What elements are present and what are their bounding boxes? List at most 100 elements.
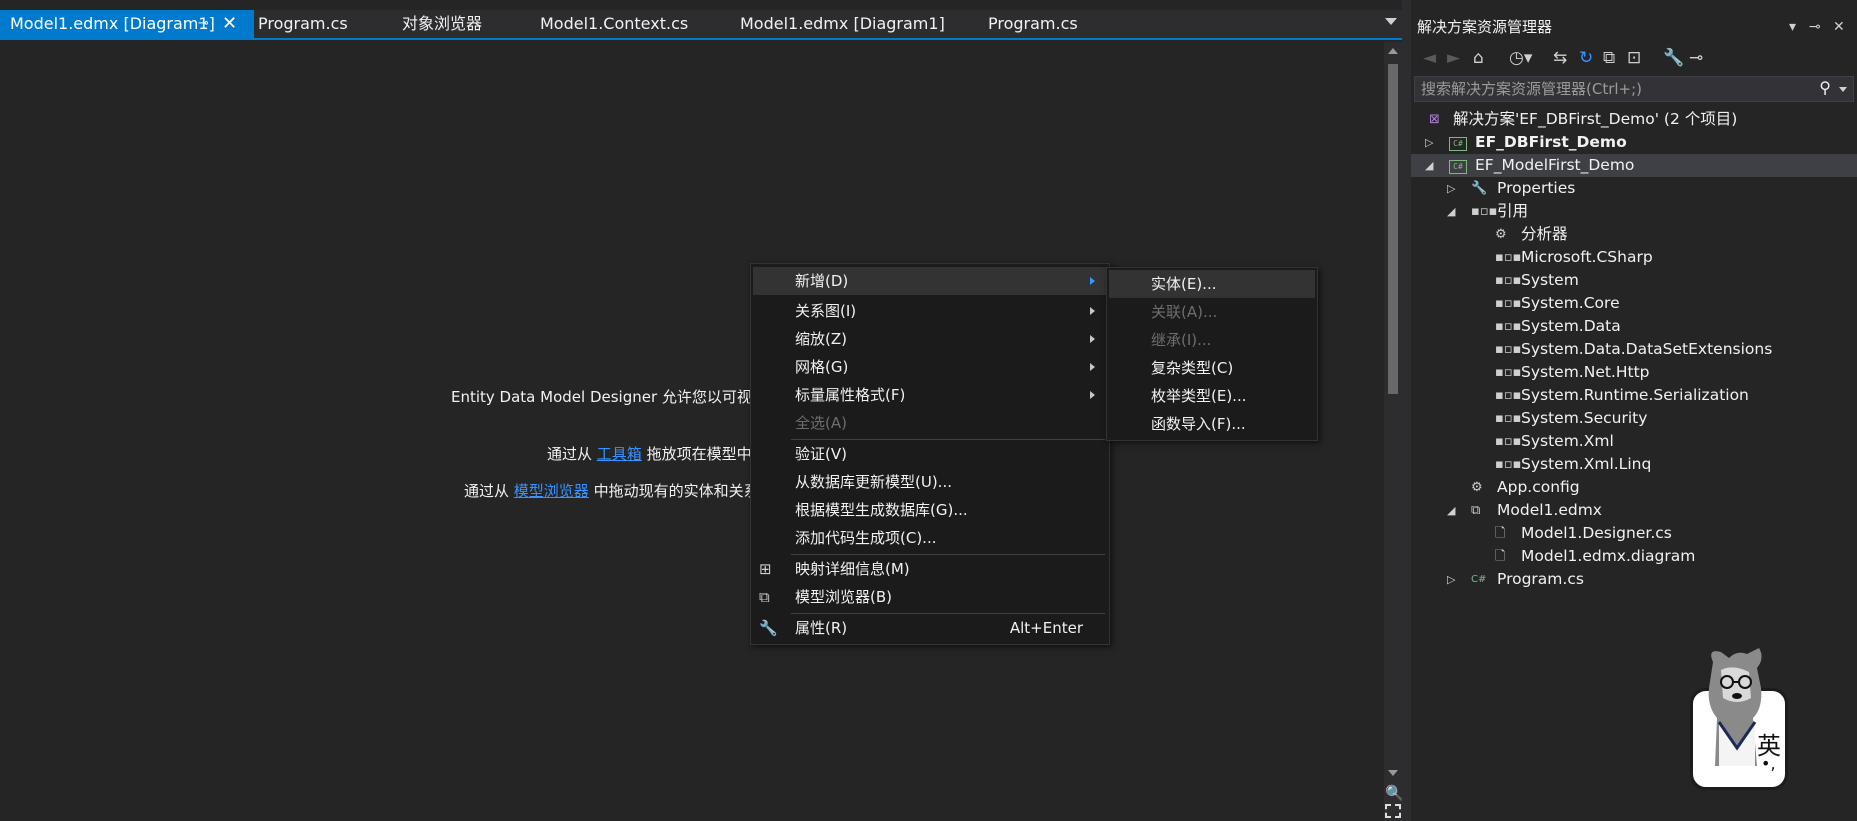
tab-label: Model1.edmx [Diagram1] xyxy=(10,14,215,33)
edmx-file-icon: ⧉ xyxy=(1471,503,1481,518)
close-icon[interactable]: ✕ xyxy=(222,10,237,38)
pin-icon[interactable]: ⊸ xyxy=(1809,14,1821,40)
show-all-files-icon[interactable]: ⊡ xyxy=(1627,48,1641,68)
expander-collapsed-icon[interactable]: ▷ xyxy=(1447,568,1455,591)
scroll-down-icon[interactable] xyxy=(1388,770,1398,776)
reference-icon: ▪▫▪ xyxy=(1495,273,1522,288)
menu-item-scalar-property-format[interactable]: 标量属性格式(F) xyxy=(751,381,1109,409)
preview-icon[interactable]: ⊸ xyxy=(1689,48,1703,68)
tab-label: 对象浏览器 xyxy=(402,14,483,33)
tree-item-program-cs[interactable]: ▷ C# Program.cs xyxy=(1411,568,1857,591)
properties-wrench-icon[interactable]: 🔧 xyxy=(1663,48,1684,68)
menu-shortcut: Alt+Enter xyxy=(1009,619,1083,637)
solution-icon: ⊠ xyxy=(1429,112,1440,127)
chevron-down-icon[interactable] xyxy=(1385,18,1397,25)
pin-icon[interactable]: ⊸ xyxy=(198,10,209,38)
menu-item-zoom[interactable]: 缩放(Z) xyxy=(751,325,1109,353)
tab-program-cs[interactable]: Program.cs xyxy=(258,10,348,38)
tree-item-reference[interactable]: ▪▫▪ Microsoft.CSharp xyxy=(1411,246,1857,269)
menu-item-select-all[interactable]: 全选(A) xyxy=(751,409,1109,437)
tree-item-app-config[interactable]: ⚙ App.config xyxy=(1411,476,1857,499)
submenu-item-enum-type[interactable]: 枚举类型(E)... xyxy=(1107,382,1317,410)
zoom-icon[interactable]: 🔍 xyxy=(1385,784,1404,802)
menu-item-grid[interactable]: 网格(G) xyxy=(751,353,1109,381)
expander-expanded-icon[interactable]: ◢ xyxy=(1425,154,1433,177)
menu-item-diagram[interactable]: 关系图(I) xyxy=(751,297,1109,325)
tab-program-cs-2[interactable]: Program.cs xyxy=(988,10,1078,38)
expander-expanded-icon[interactable]: ◢ xyxy=(1447,499,1455,522)
tree-item-project-modelfirst[interactable]: ◢ C# EF_ModelFirst_Demo xyxy=(1411,154,1857,177)
tab-model1-edmx-diagram1-2[interactable]: Model1.edmx [Diagram1] xyxy=(740,10,945,38)
submenu-item-complex-type[interactable]: 复杂类型(C) xyxy=(1107,354,1317,382)
search-input[interactable] xyxy=(1415,77,1805,101)
model-browser-link[interactable]: 模型浏览器 xyxy=(514,482,589,500)
toolbox-link[interactable]: 工具箱 xyxy=(597,445,642,463)
zoom-to-fit-icon[interactable] xyxy=(1385,804,1401,818)
history-icon[interactable]: ◷▾ xyxy=(1509,48,1532,68)
tab-model1-context-cs[interactable]: Model1.Context.cs xyxy=(540,10,688,38)
tree-item-reference[interactable]: ▪▫▪ System.Core xyxy=(1411,292,1857,315)
tab-model1-edmx-diagram1[interactable]: Model1.edmx [Diagram1] ⊸ ✕ xyxy=(0,10,254,38)
tree-item-reference[interactable]: ▪▫▪ System xyxy=(1411,269,1857,292)
menu-item-validate[interactable]: 验证(V) xyxy=(751,440,1109,468)
analyzer-icon: ⚙ xyxy=(1495,227,1507,242)
menu-item-generate-database-from-model[interactable]: 根据模型生成数据库(G)... xyxy=(751,496,1109,524)
reference-icon: ▪▫▪ xyxy=(1495,434,1522,449)
submenu-item-entity[interactable]: 实体(E)... xyxy=(1109,270,1315,298)
tree-item-model1-edmx-diagram[interactable]: 🗋 Model1.edmx.diagram xyxy=(1411,545,1857,568)
reference-icon: ▪▫▪ xyxy=(1495,342,1522,357)
refresh-icon[interactable]: ↻ xyxy=(1579,48,1593,68)
reference-icon: ▪▫▪ xyxy=(1495,296,1522,311)
tree-item-reference[interactable]: ▪▫▪ System.Xml.Linq xyxy=(1411,453,1857,476)
tree-item-model1-designer-cs[interactable]: 🗋 Model1.Designer.cs xyxy=(1411,522,1857,545)
tree-item-reference[interactable]: ▪▫▪ System.Data.DataSetExtensions xyxy=(1411,338,1857,361)
tree-item-analyzers[interactable]: ⚙ 分析器 xyxy=(1411,223,1857,246)
forward-icon[interactable]: ► xyxy=(1447,48,1460,68)
scroll-thumb[interactable] xyxy=(1388,64,1398,394)
expander-expanded-icon[interactable]: ◢ xyxy=(1447,200,1455,223)
menu-item-mapping-details[interactable]: ⊞ 映射详细信息(M) xyxy=(751,555,1109,583)
menu-item-model-browser[interactable]: ⧉ 模型浏览器(B) xyxy=(751,583,1109,611)
submenu-arrow-icon xyxy=(1090,335,1095,343)
expander-collapsed-icon[interactable]: ▷ xyxy=(1447,177,1455,200)
window-position-dropdown-icon[interactable]: ▾ xyxy=(1789,14,1796,40)
tree-item-references[interactable]: ◢ ▪▫▪ 引用 xyxy=(1411,200,1857,223)
menu-item-add-new[interactable]: 新增(D) xyxy=(753,267,1109,295)
panel-splitter[interactable] xyxy=(1402,0,1411,821)
tree-item-properties[interactable]: ▷ 🔧 Properties xyxy=(1411,177,1857,200)
wrench-icon: 🔧 xyxy=(759,619,778,637)
config-file-icon: ⚙ xyxy=(1471,480,1483,495)
ime-status-badge[interactable]: 英 •, xyxy=(1689,648,1791,791)
menu-item-properties[interactable]: 🔧 属性(R) Alt+Enter xyxy=(751,614,1109,642)
search-options-dropdown-icon[interactable] xyxy=(1839,87,1847,92)
submenu-item-function-import[interactable]: 函数导入(F)... xyxy=(1107,410,1317,438)
sync-icon[interactable]: ⇆ xyxy=(1553,48,1567,68)
home-icon[interactable]: ⌂ xyxy=(1473,48,1484,68)
tree-item-solution[interactable]: ⊠ 解决方案'EF_DBFirst_Demo' (2 个项目) xyxy=(1411,108,1857,131)
tree-item-reference[interactable]: ▪▫▪ System.Xml xyxy=(1411,430,1857,453)
submenu-item-association[interactable]: 关联(A)... xyxy=(1107,298,1317,326)
submenu-item-inheritance[interactable]: 继承(I)... xyxy=(1107,326,1317,354)
expander-collapsed-icon[interactable]: ▷ xyxy=(1425,131,1433,154)
tree-item-reference[interactable]: ▪▫▪ System.Data xyxy=(1411,315,1857,338)
back-icon[interactable]: ◄ xyxy=(1423,48,1436,68)
reference-icon: ▪▫▪ xyxy=(1495,457,1522,472)
tree-item-reference[interactable]: ▪▫▪ System.Net.Http xyxy=(1411,361,1857,384)
scroll-up-icon[interactable] xyxy=(1388,48,1398,54)
tree-item-project-dbfirst[interactable]: ▷ C# EF_DBFirst_Demo xyxy=(1411,131,1857,154)
close-icon[interactable]: ✕ xyxy=(1833,14,1845,40)
reference-icon: ▪▫▪ xyxy=(1495,250,1522,265)
panel-title: 解决方案资源管理器 xyxy=(1417,18,1553,36)
search-icon[interactable]: ⚲ xyxy=(1819,78,1831,97)
menu-item-update-model-from-database[interactable]: 从数据库更新模型(U)... xyxy=(751,468,1109,496)
menu-item-add-code-generation-item[interactable]: 添加代码生成项(C)... xyxy=(751,524,1109,552)
tree-item-reference[interactable]: ▪▫▪ System.Security xyxy=(1411,407,1857,430)
solution-explorer-search[interactable]: ⚲ xyxy=(1414,76,1854,102)
tab-object-browser[interactable]: 对象浏览器 xyxy=(402,10,482,38)
collapse-all-icon[interactable]: ⧉ xyxy=(1603,48,1615,68)
designer-vertical-scrollbar[interactable]: 🔍 xyxy=(1384,42,1404,821)
tree-item-reference[interactable]: ▪▫▪ System.Runtime.Serialization xyxy=(1411,384,1857,407)
tree-item-model1-edmx[interactable]: ◢ ⧉ Model1.edmx xyxy=(1411,499,1857,522)
designer-hint-line2: 通过从 工具箱 拖放项在模型中 xyxy=(547,445,752,463)
reference-icon: ▪▫▪ xyxy=(1495,319,1522,334)
